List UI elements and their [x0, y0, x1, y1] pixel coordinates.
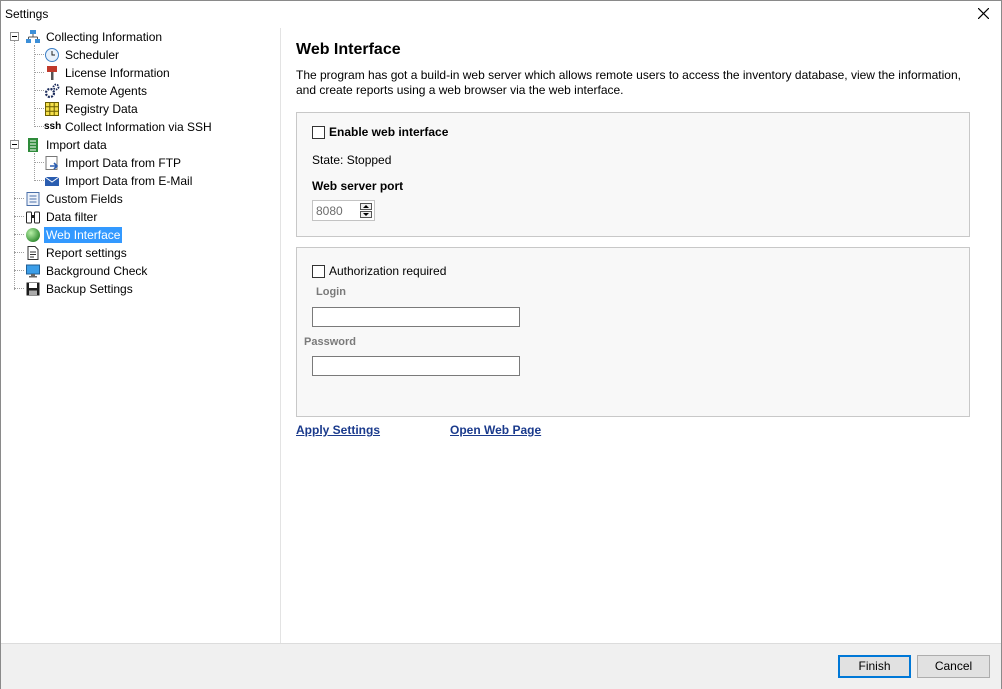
settings-window: Settings Collecting Information Schedule…	[0, 0, 1002, 689]
port-down-button[interactable]	[360, 211, 372, 218]
clock-icon	[44, 47, 60, 63]
port-up-button[interactable]	[360, 203, 372, 210]
page-description: The program has got a build-in web serve…	[296, 68, 961, 97]
port-spinner[interactable]: 8080	[312, 200, 375, 221]
close-icon	[978, 8, 989, 19]
title-bar: Settings	[1, 1, 1001, 27]
cancel-button[interactable]: Cancel	[917, 655, 990, 678]
tree-item-license-information[interactable]: License Information	[44, 64, 172, 82]
tree-item-label: Import data	[46, 138, 107, 152]
report-icon	[25, 245, 41, 261]
tree-item-import-ftp[interactable]: Import Data from FTP	[44, 154, 183, 172]
email-import-icon	[44, 173, 60, 189]
tree-item-label: Collecting Information	[46, 30, 163, 44]
port-value: 8080	[316, 204, 343, 218]
tree-item-label: Scheduler	[65, 48, 120, 62]
up-arrow-icon	[363, 205, 369, 208]
ssh-icon: ssh	[44, 121, 62, 132]
login-input[interactable]	[312, 307, 520, 327]
import-icon	[25, 137, 41, 153]
import-expander[interactable]	[10, 140, 19, 149]
ftp-import-icon	[44, 155, 60, 171]
tree-item-scheduler[interactable]: Scheduler	[44, 46, 121, 64]
login-label: Login	[316, 286, 346, 298]
password-input[interactable]	[312, 356, 520, 376]
tree-item-web-interface[interactable]: Web Interface	[25, 226, 123, 244]
enable-web-interface-label: Enable web interface	[329, 125, 449, 139]
port-label: Web server port	[312, 179, 404, 193]
tree-item-label: License Information	[65, 66, 170, 80]
tree-item-backup-settings[interactable]: Backup Settings	[25, 280, 135, 298]
tree-item-label: Background Check	[46, 264, 148, 278]
server-state-text: State: Stopped	[312, 153, 392, 167]
tree-item-label: Data filter	[46, 210, 98, 224]
port-spin-buttons	[360, 203, 372, 218]
tree-item-label: Report settings	[46, 246, 127, 260]
page-title: Web Interface	[296, 41, 401, 58]
dialog-footer: Finish Cancel	[1, 643, 1001, 689]
open-web-page-link[interactable]: Open Web Page	[450, 423, 541, 437]
authorization-required-checkbox[interactable]	[312, 264, 325, 278]
monitor-icon	[25, 263, 41, 279]
tree-item-import-data[interactable]: Import data	[25, 136, 109, 154]
gears-icon	[44, 83, 60, 99]
down-arrow-icon	[363, 213, 369, 216]
list-icon	[25, 191, 41, 207]
tree-item-collect-ssh[interactable]: ssh Collect Information via SSH	[44, 118, 214, 136]
authorization-required-label: Authorization required	[329, 264, 447, 278]
tree-item-custom-fields[interactable]: Custom Fields	[25, 190, 125, 208]
tree-item-label: Custom Fields	[46, 192, 123, 206]
floppy-icon	[25, 281, 41, 297]
tree-item-import-email[interactable]: Import Data from E-Mail	[44, 172, 194, 190]
tree-item-remote-agents[interactable]: Remote Agents	[44, 82, 149, 100]
tree-item-label: Registry Data	[65, 102, 138, 116]
tree-item-label: Web Interface	[44, 227, 123, 243]
close-button[interactable]	[967, 1, 1001, 27]
settings-tree: Collecting Information Scheduler License…	[1, 28, 281, 643]
tree-item-report-settings[interactable]: Report settings	[25, 244, 129, 262]
finish-button[interactable]: Finish	[838, 655, 911, 678]
tree-item-collecting-information[interactable]: Collecting Information	[25, 28, 164, 46]
tree-item-label: Remote Agents	[65, 84, 148, 98]
globe-icon	[25, 227, 41, 243]
tree-item-label: Collect Information via SSH	[65, 120, 212, 134]
tree-item-data-filter[interactable]: Data filter	[25, 208, 99, 226]
authorization-required-row[interactable]: Authorization required	[312, 264, 446, 278]
collecting-expander[interactable]	[10, 32, 19, 41]
tree-item-registry-data[interactable]: Registry Data	[44, 100, 140, 118]
tree-item-label: Import Data from E-Mail	[65, 174, 193, 188]
apply-settings-link[interactable]: Apply Settings	[296, 423, 380, 437]
network-icon	[25, 29, 41, 45]
tree-item-background-check[interactable]: Background Check	[25, 262, 149, 280]
window-title: Settings	[5, 7, 49, 21]
tree-item-label: Backup Settings	[46, 282, 133, 296]
password-label: Password	[304, 336, 356, 348]
enable-web-interface-checkbox[interactable]	[312, 125, 325, 139]
key-icon	[44, 65, 60, 81]
enable-web-interface-row[interactable]: Enable web interface	[312, 125, 448, 139]
binoculars-icon	[25, 209, 41, 225]
grid-icon	[44, 101, 60, 117]
tree-item-label: Import Data from FTP	[65, 156, 182, 170]
